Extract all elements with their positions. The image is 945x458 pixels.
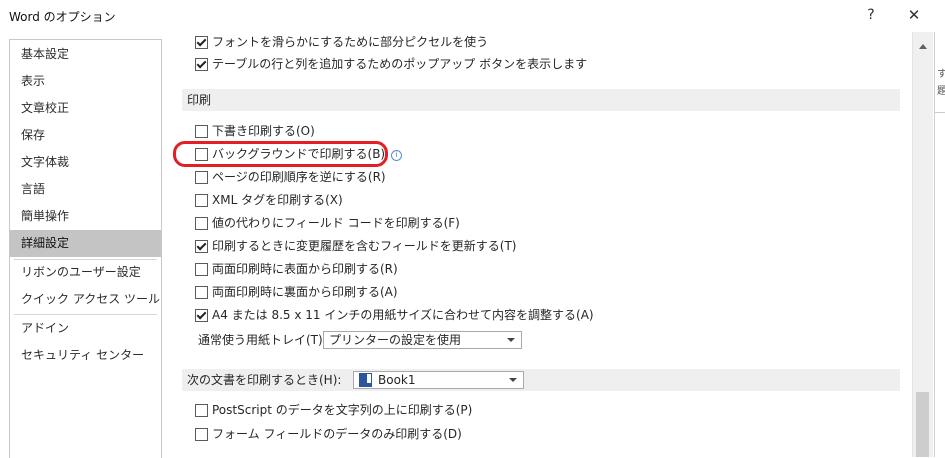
option-label: 値の代わりにフィールド コードを印刷する(F) [212, 216, 460, 230]
option-label: テーブルの行と列を追加するためのポップアップ ボタンを表示します [212, 57, 588, 71]
option-label: 下書き印刷する(O) [212, 124, 315, 138]
chevron-down-icon [509, 378, 517, 382]
paper-tray-label: 通常使う用紙トレイ(T): [198, 333, 327, 347]
checkbox[interactable] [195, 263, 208, 276]
sidebar-item-typography[interactable]: 文字体裁 [10, 149, 161, 176]
sidebar-item-trust-center[interactable]: セキュリティ センター [10, 342, 161, 369]
option-label: XML タグを印刷する(X) [212, 193, 343, 207]
sidebar-item-language[interactable]: 言語 [10, 176, 161, 203]
sidebar-item-ease-of-access[interactable]: 簡単操作 [10, 203, 161, 230]
sidebar-item-customize-ribbon[interactable]: リボンのユーザー設定 [10, 259, 161, 286]
background-window-text: す 題 [937, 69, 945, 97]
background-window-edge: す 題 [934, 32, 945, 457]
paper-tray-value: プリンターの設定を使用 [329, 333, 462, 347]
option-label: フォーム フィールドのデータのみ印刷する(D) [212, 427, 462, 441]
chevron-down-icon [507, 338, 515, 342]
word-document-icon [359, 373, 372, 387]
background-window-divider [935, 112, 945, 458]
document-select[interactable]: Book1 [353, 371, 524, 389]
option-label: 印刷するときに変更履歴を含むフィールドを更新する(T) [212, 239, 517, 253]
option-label: 両面印刷時に表面から印刷する(R) [212, 262, 398, 276]
sidebar-item-general[interactable]: 基本設定 [10, 41, 161, 68]
sidebar-item-save[interactable]: 保存 [10, 122, 161, 149]
sidebar-item-display[interactable]: 表示 [10, 68, 161, 95]
close-button[interactable]: ✕ [903, 4, 925, 26]
checkbox[interactable] [195, 36, 208, 49]
title-bar: Word のオプション ? ✕ [0, 0, 945, 32]
checkbox[interactable] [195, 286, 208, 299]
section-header-print: 印刷 [182, 89, 900, 111]
checkbox[interactable] [195, 217, 208, 230]
paper-tray-select[interactable]: プリンターの設定を使用 [323, 331, 522, 349]
document-select-value: Book1 [378, 373, 416, 387]
checkbox[interactable] [195, 58, 208, 71]
highlight-annotation [173, 141, 388, 167]
sidebar-item-quick-access-toolbar[interactable]: クイック アクセス ツール バー [10, 286, 188, 313]
options-content: フォントを滑らかにするために部分ピクセルを使う テーブルの行と列を追加するための… [162, 32, 934, 457]
option-label: A4 または 8.5 x 11 インチの用紙サイズに合わせて内容を調整する(A) [212, 308, 594, 322]
info-icon[interactable]: i [391, 150, 403, 161]
checkbox[interactable] [195, 240, 208, 253]
option-label: PostScript のデータを文字列の上に印刷する(P) [212, 403, 473, 417]
option-label: フォントを滑らかにするために部分ピクセルを使う [212, 35, 489, 49]
sidebar-item-proofing[interactable]: 文章校正 [10, 95, 161, 122]
options-sidebar: 基本設定 表示 文章校正 保存 文字体裁 言語 簡単操作 詳細設定 リボンのユー… [9, 39, 188, 458]
checkbox[interactable] [195, 309, 208, 322]
help-button[interactable]: ? [861, 4, 881, 26]
checkbox[interactable] [195, 428, 208, 441]
sidebar-item-add-ins[interactable]: アドイン [10, 315, 161, 342]
option-label: 両面印刷時に裏面から印刷する(A) [212, 285, 398, 299]
section-header-document-print: 次の文書を印刷するとき(H): [182, 369, 900, 391]
scroll-up-arrow-icon[interactable] [919, 44, 927, 49]
vertical-scrollbar[interactable] [912, 32, 933, 457]
scrollbar-thumb[interactable] [916, 392, 929, 457]
window-title: Word のオプション [9, 10, 116, 24]
checkbox[interactable] [195, 171, 208, 184]
sidebar-item-advanced[interactable]: 詳細設定 [10, 230, 161, 257]
checkbox[interactable] [195, 125, 208, 138]
option-label: ページの印刷順序を逆にする(R) [212, 170, 386, 184]
checkbox[interactable] [195, 194, 208, 207]
section-header-label: 次の文書を印刷するとき(H): [187, 373, 342, 387]
checkbox[interactable] [195, 404, 208, 417]
